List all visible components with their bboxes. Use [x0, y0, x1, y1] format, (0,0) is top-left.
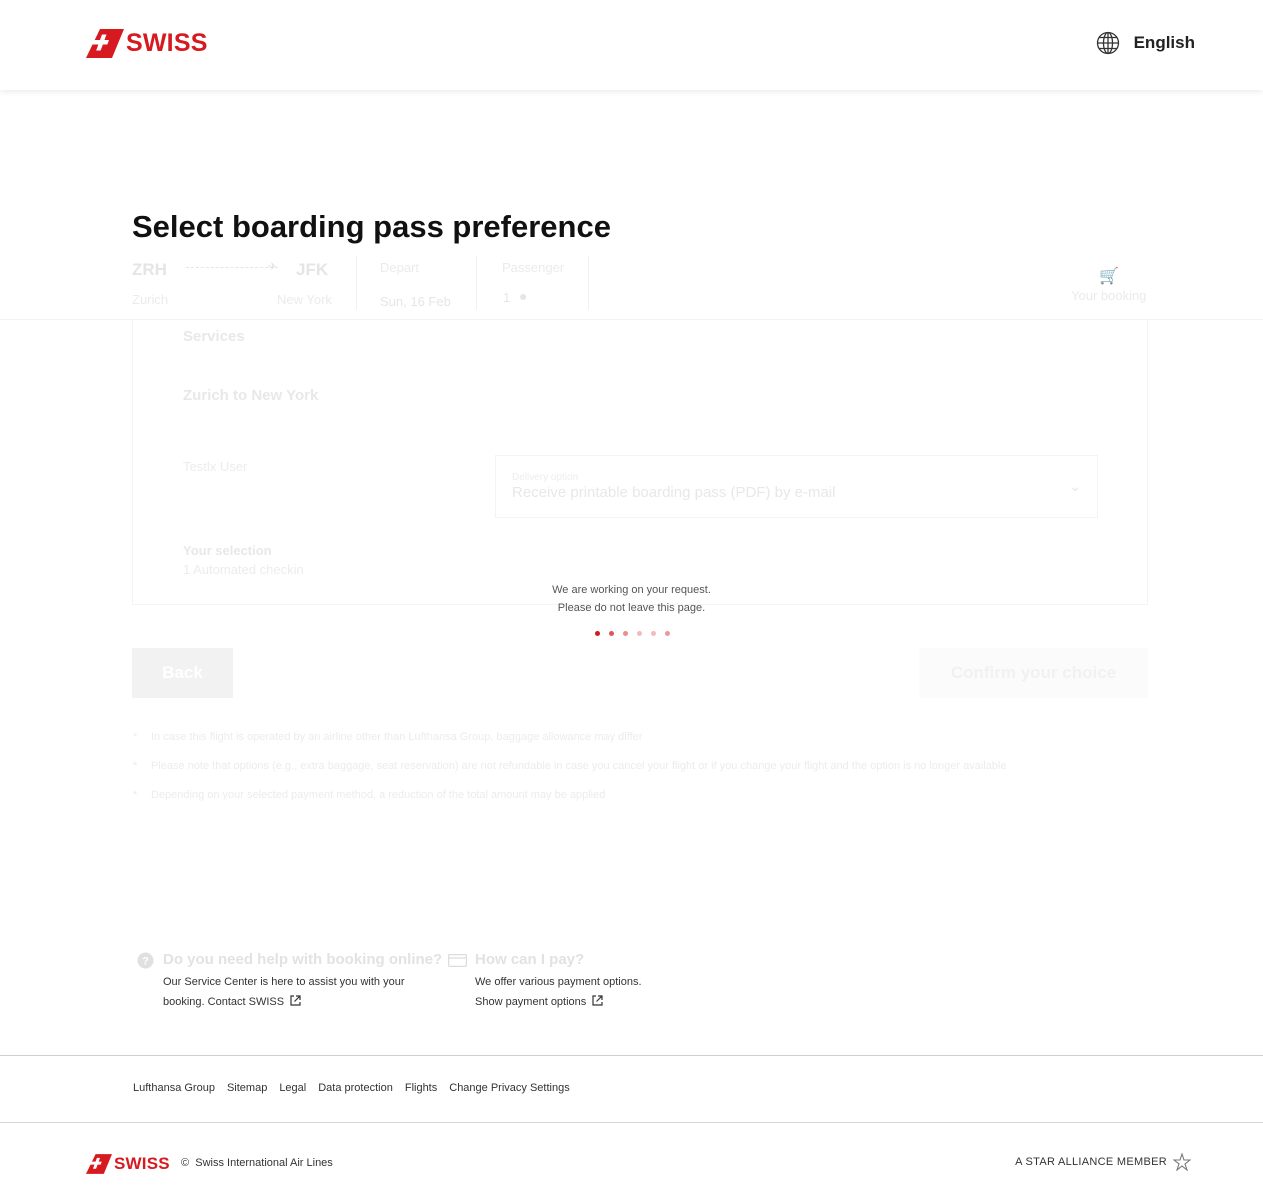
brand-wordmark: SWISS [114, 1154, 170, 1173]
footer-swiss-logo[interactable]: SWISS [86, 1154, 170, 1174]
help-payment-text: We offer various payment options. [475, 976, 642, 988]
route-heading: Zurich to New York [183, 387, 319, 404]
person-icon: ● [519, 288, 528, 304]
itinerary-bar: ZRH Zurich ✈ JFK New York Depart Sun, 16… [0, 250, 1263, 320]
external-link-icon [592, 995, 603, 1006]
footer-link-sitemap[interactable]: Sitemap [227, 1082, 267, 1094]
divider [476, 256, 477, 310]
help-payment-title: How can I pay? [475, 951, 585, 968]
swiss-tail-icon [86, 29, 124, 58]
note-item: * Depending on your selected payment meth… [133, 789, 606, 801]
cart-icon[interactable]: 🛒 [1099, 266, 1119, 286]
destination-code: JFK [296, 260, 329, 279]
swiss-logo[interactable]: SWISS [86, 29, 208, 58]
destination-city: New York [277, 292, 332, 307]
note-text: Please note that options (e.g., extra ba… [151, 760, 1007, 772]
loading-message-1: We are working on your request. [552, 584, 711, 596]
footer-links: Lufthansa Group Sitemap Legal Data prote… [133, 1082, 570, 1094]
help-booking-title: Do you need help with booking online? [163, 951, 443, 968]
divider [588, 256, 589, 310]
services-heading: Services [183, 328, 245, 345]
star-alliance-icon [1173, 1153, 1191, 1171]
note-text: Depending on your selected payment metho… [151, 789, 606, 801]
depart-value: Sun, 16 Feb [380, 294, 451, 309]
loading-dot [664, 631, 670, 636]
divider [356, 256, 357, 310]
route-line [186, 267, 278, 268]
language-label: English [1133, 33, 1195, 52]
language-selector[interactable]: English [1096, 31, 1195, 55]
loading-dots [1, 631, 1263, 636]
origin-code: ZRH [132, 260, 167, 279]
note-item: * Please note that options (e.g., extra b… [133, 760, 1007, 772]
external-link-icon [290, 995, 301, 1006]
loading-dot [594, 631, 600, 636]
back-button[interactable]: Back [132, 648, 233, 698]
passenger-count: 1 [503, 290, 511, 305]
show-payment-options-link[interactable]: Show payment options [475, 992, 603, 1012]
depart-label: Depart [380, 260, 420, 275]
loading-dot [650, 631, 656, 636]
footer-link-lufthansa-group[interactable]: Lufthansa Group [133, 1082, 215, 1094]
footer-link-legal[interactable]: Legal [279, 1082, 306, 1094]
chevron-down-icon: ⌄ [1069, 478, 1081, 494]
globe-icon [1096, 31, 1119, 55]
passenger-name: Testlx User [183, 459, 248, 474]
passenger-label: Passenger [502, 260, 565, 275]
plane-icon: ✈ [268, 261, 278, 273]
services-panel: Services Zurich to New York Testlx User … [132, 320, 1148, 605]
note-text: In case this flight is operated by an ai… [151, 731, 643, 743]
star-alliance-label: A STAR ALLIANCE MEMBER [1015, 1156, 1167, 1168]
origin-city: Zurich [132, 292, 169, 307]
loading-dot [636, 631, 642, 636]
copyright-text: © Swiss International Air Lines [181, 1157, 333, 1169]
footer-link-flights[interactable]: Flights [405, 1082, 437, 1094]
confirm-button[interactable]: Confirm your choice [919, 648, 1148, 698]
svg-text:?: ? [142, 956, 149, 968]
loading-dot [622, 631, 628, 636]
footer-divider [0, 1122, 1263, 1123]
site-header: SWISS English [0, 0, 1263, 90]
delivery-option-value: Receive printable boarding pass (PDF) by… [512, 484, 836, 501]
your-selection-heading: Your selection [183, 543, 272, 558]
help-booking-text-2: booking. Contact SWISS [163, 992, 301, 1012]
loading-indicator: We are working on your request. Please d… [0, 581, 1263, 636]
question-icon: ? [137, 952, 154, 969]
footer-divider [0, 1055, 1263, 1056]
credit-card-icon [448, 954, 467, 967]
loading-dot [608, 631, 614, 636]
your-selection-value: 1 Automated checkin [183, 562, 304, 577]
help-booking-text: Our Service Center is here to assist you… [163, 976, 405, 988]
note-item: * In case this flight is operated by an a… [133, 731, 643, 743]
loading-message-2: Please do not leave this page. [557, 602, 706, 614]
brand-wordmark: SWISS [126, 29, 208, 57]
delivery-option-select[interactable]: Delivery option Receive printable boardi… [495, 455, 1098, 518]
swiss-tail-icon [86, 1154, 112, 1174]
footer-link-data-protection[interactable]: Data protection [318, 1082, 393, 1094]
page-title: Select boarding pass preference [132, 209, 611, 244]
delivery-option-label: Delivery option [512, 472, 579, 483]
star-alliance-badge: A STAR ALLIANCE MEMBER [1015, 1153, 1191, 1171]
contact-swiss-link[interactable]: Contact SWISS [208, 995, 301, 1008]
footer-link-privacy-settings[interactable]: Change Privacy Settings [449, 1082, 569, 1094]
your-booking-label[interactable]: Your booking [1071, 288, 1146, 303]
